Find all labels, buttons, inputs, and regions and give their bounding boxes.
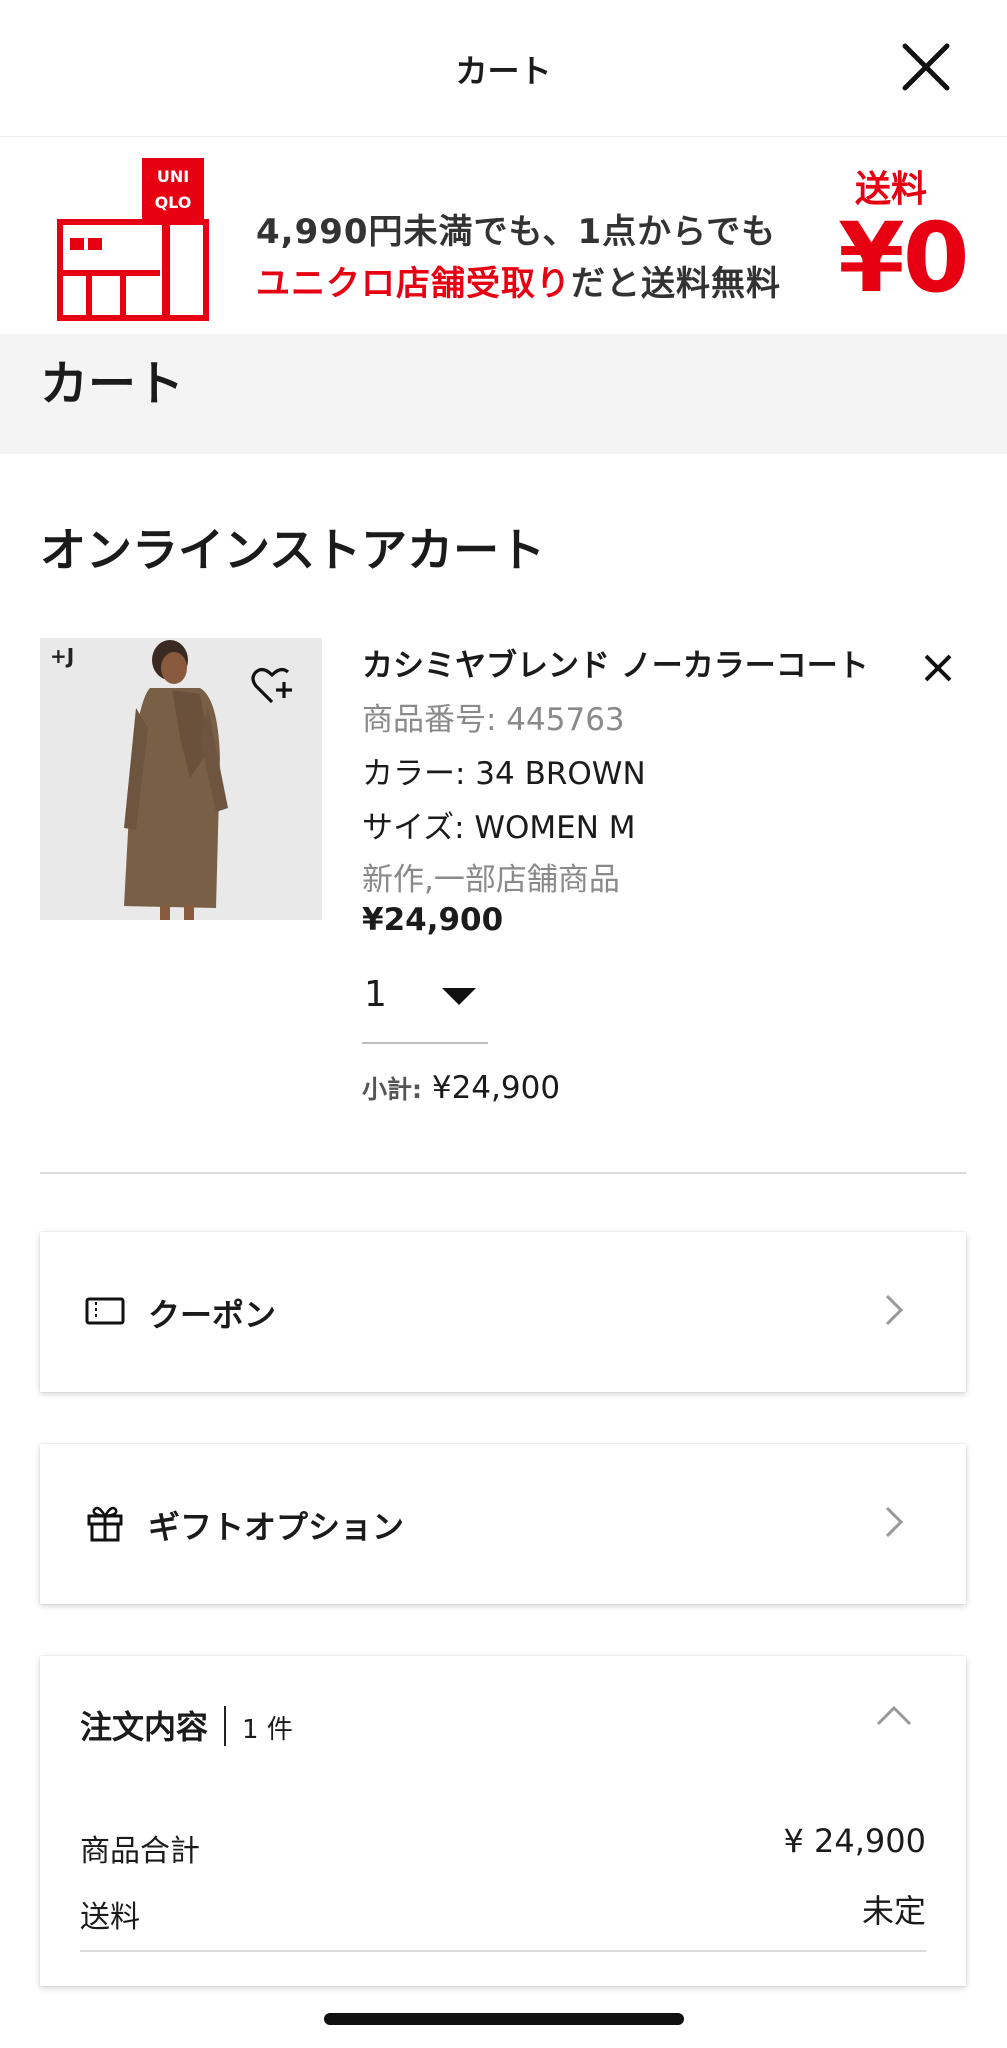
page-title: カート [40, 356, 185, 412]
coupon-label: クーポン [148, 1296, 277, 1334]
wishlist-heart-plus-icon[interactable] [250, 664, 296, 710]
product-price: ¥24,900 [362, 902, 504, 938]
coupon-ticket-icon [85, 1297, 125, 1325]
uniqlo-store-logo: UNI QLO [57, 158, 209, 321]
subtotal-row-value: ¥ 24,900 [783, 1822, 927, 1860]
subtotal-label: 小計: [362, 1075, 422, 1104]
gift-option-card[interactable]: ギフトオプション [40, 1444, 966, 1604]
divider [80, 1950, 926, 1952]
order-summary-title: 注文内容 [80, 1708, 209, 1746]
shipping-row-label: 送料 [80, 1900, 140, 1935]
product-number: 商品番号: 445763 [362, 702, 625, 738]
chevron-right-icon [885, 1294, 904, 1326]
separator [224, 1706, 227, 1746]
section-heading: オンラインストアカート [40, 523, 546, 577]
chevron-up-icon[interactable] [874, 1702, 914, 1730]
caret-down-icon [442, 988, 476, 1005]
svg-text:QLO: QLO [155, 193, 192, 212]
remove-item-icon[interactable] [916, 646, 960, 690]
item-subtotal: 小計: ¥24,900 [362, 1070, 560, 1106]
product-color: カラー: 34 BROWN [362, 756, 646, 792]
quantity-select[interactable]: 1 [362, 964, 488, 1044]
svg-text:UNI: UNI [157, 167, 189, 186]
close-icon[interactable] [895, 36, 957, 98]
banner-line-2: ユニクロ店舗受取りだと送料無料 [256, 256, 781, 305]
home-indicator[interactable] [324, 2013, 684, 2025]
product-size: サイズ: WOMEN M [362, 810, 636, 846]
gift-icon [87, 1506, 123, 1542]
banner-highlight: ユニクロ店舗受取り [256, 264, 571, 304]
gift-option-label: ギフトオプション [148, 1508, 405, 1546]
subtotal-value: ¥24,900 [431, 1070, 561, 1106]
product-image[interactable]: +J [40, 638, 322, 920]
quantity-value: 1 [364, 974, 387, 1015]
order-item-count: 1 件 [242, 1715, 293, 1745]
product-name[interactable]: カシミヤブレンド ノーカラーコート [362, 640, 869, 685]
shipping-price: ¥0 [838, 202, 970, 314]
modal-header: カート [0, 0, 1007, 137]
divider [40, 1172, 966, 1174]
product-tags: 新作,一部店舗商品 [362, 862, 620, 898]
order-summary-card: 注文内容 1 件 商品合計 ¥ 24,900 送料 未定 [40, 1656, 966, 1986]
modal-title: カート [455, 52, 552, 90]
cart-modal: カート UNI QLO 送料 ¥0 4,990円未満でも、1点からでも ユニクロ… [0, 0, 1007, 2048]
banner-line-2-rest: だと送料無料 [571, 264, 781, 304]
coupon-card[interactable]: クーポン [40, 1232, 966, 1392]
subtotal-row-label: 商品合計 [80, 1834, 200, 1869]
order-summary-header[interactable]: 注文内容 1 件 [80, 1702, 293, 1748]
cart-title-band: カート [0, 334, 1007, 454]
plus-j-badge: +J [50, 644, 75, 668]
chevron-right-icon [885, 1506, 904, 1538]
shipping-row-value: 未定 [861, 1892, 926, 1930]
banner-line-1: 4,990円未満でも、1点からでも [256, 212, 777, 252]
